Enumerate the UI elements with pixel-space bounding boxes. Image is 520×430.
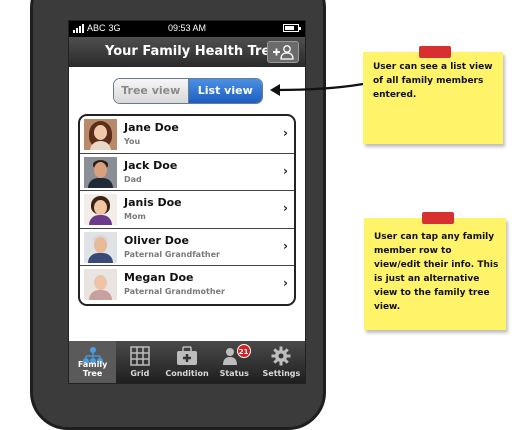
- status-bar: ABC 3G 09:53 AM: [69, 21, 305, 37]
- avatar: [84, 156, 117, 188]
- tape-icon: [419, 46, 451, 58]
- add-person-icon: [273, 45, 294, 60]
- grid-icon: [130, 346, 150, 366]
- member-row[interactable]: Oliver Doe Paternal Grandfather ›: [80, 229, 294, 267]
- tab-condition[interactable]: Condition: [163, 341, 210, 383]
- note-text: User can tap any family member row to vi…: [374, 232, 499, 312]
- member-name: Megan Doe: [124, 271, 194, 285]
- member-relation: Paternal Grandfather: [124, 249, 220, 259]
- member-row[interactable]: Janis Doe Mom ›: [80, 191, 294, 229]
- tab-family-tree[interactable]: Family Tree: [69, 341, 117, 383]
- annotation-note: User can see a list view of all family m…: [363, 46, 503, 144]
- member-relation: You: [124, 137, 141, 146]
- tab-settings[interactable]: Settings: [258, 341, 305, 383]
- clock: 09:53 AM: [167, 23, 207, 33]
- tab-status[interactable]: 21 Status: [211, 341, 258, 383]
- member-name: Jane Doe: [124, 121, 179, 134]
- member-relation: Paternal Grandmother: [124, 287, 225, 297]
- gear-icon: [271, 346, 291, 366]
- tab-grid[interactable]: Grid: [116, 341, 163, 383]
- member-row[interactable]: Jack Doe Dad ›: [80, 154, 294, 192]
- chevron-right-icon: ›: [283, 238, 288, 253]
- tab-label: Condition: [165, 369, 209, 378]
- medical-kit-icon: [177, 346, 197, 365]
- callout-arrow: [270, 82, 364, 96]
- family-member-list: Jane Doe You › Jack Doe Dad › Janis Doe …: [78, 114, 296, 306]
- member-name: Oliver Doe: [124, 233, 189, 247]
- member-relation: Mom: [124, 212, 146, 222]
- note-text: User can see a list view of all family m…: [373, 62, 493, 100]
- tab-label: Settings: [262, 369, 301, 378]
- tab-label: Grid: [130, 369, 150, 378]
- list-view-tab[interactable]: List view: [187, 79, 262, 103]
- member-row[interactable]: Megan Doe Paternal Grandmother ›: [80, 266, 294, 304]
- chevron-right-icon: ›: [283, 276, 288, 291]
- member-name: Jack Doe: [124, 158, 178, 172]
- member-row[interactable]: Jane Doe You ›: [80, 116, 294, 154]
- avatar: [84, 119, 117, 150]
- tape-icon: [422, 212, 454, 224]
- chevron-right-icon: ›: [283, 163, 288, 178]
- battery-icon: [283, 24, 301, 32]
- chevron-right-icon: ›: [283, 201, 288, 216]
- add-member-button[interactable]: [267, 41, 299, 63]
- chevron-right-icon: ›: [283, 126, 288, 140]
- member-relation: Dad: [124, 174, 142, 184]
- avatar: [84, 269, 117, 301]
- nav-bar: Your Family Health Tree: [69, 37, 305, 67]
- view-toggle: Tree view List view: [113, 78, 263, 104]
- tab-label: Status: [219, 369, 249, 378]
- avatar: [84, 231, 117, 263]
- tree-view-tab[interactable]: Tree view: [114, 79, 188, 103]
- tab-bar: Family Tree Grid Condition 21 Status Set…: [69, 341, 305, 383]
- avatar: [84, 194, 117, 226]
- page-title: Your Family Health Tree: [105, 44, 280, 59]
- member-name: Janis Doe: [124, 196, 182, 210]
- notification-badge: 21: [236, 344, 251, 358]
- annotation-note: User can tap any family member row to vi…: [364, 212, 506, 330]
- tab-label: Family Tree: [77, 360, 108, 378]
- app-screen: ABC 3G 09:53 AM Your Family Health Tree …: [68, 20, 306, 384]
